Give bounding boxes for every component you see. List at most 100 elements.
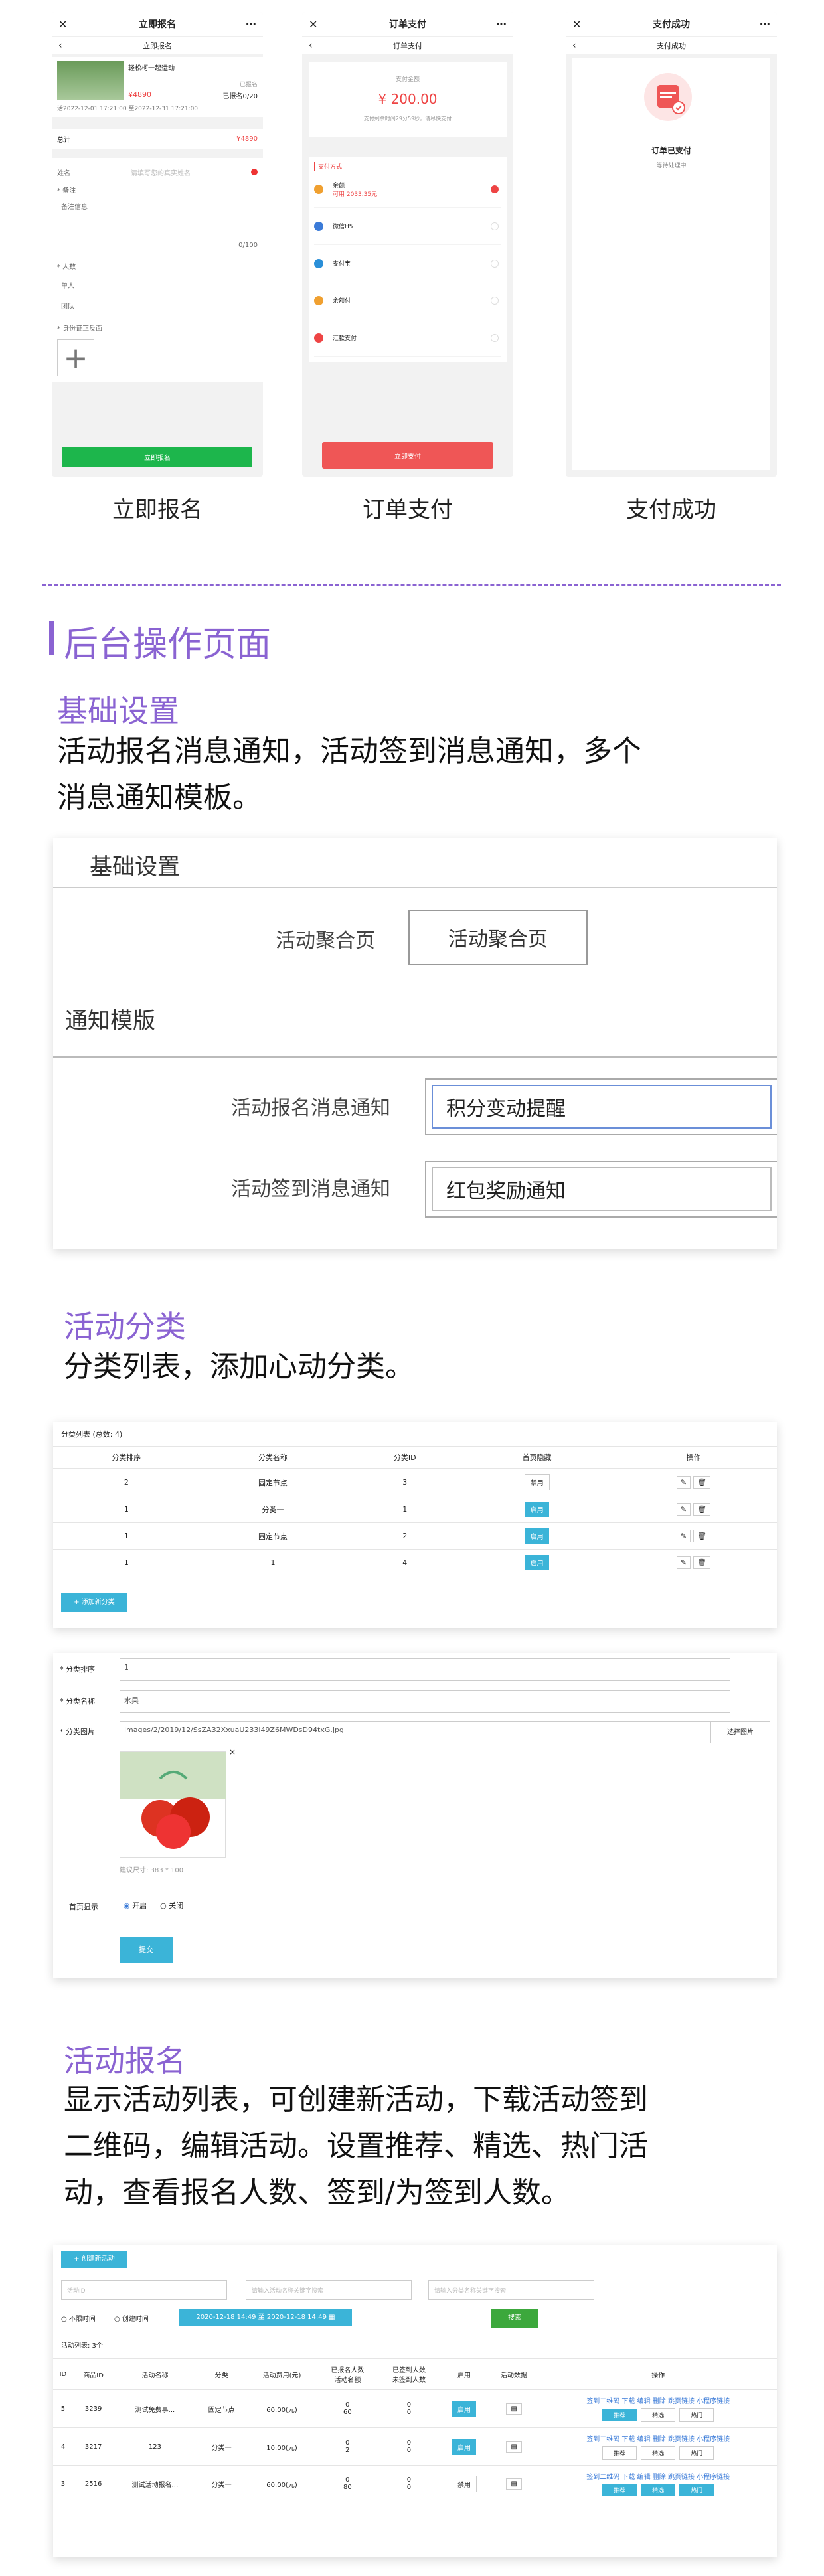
document-icon[interactable]: ▤ xyxy=(506,2478,522,2490)
cell-name: 测试免费事... xyxy=(114,2389,197,2428)
image-path-input[interactable]: images/2/2019/12/SsZA32XxuaU233i49Z6MWDs… xyxy=(120,1721,710,1743)
cell-id: 2 xyxy=(346,1522,464,1550)
pay-method-row[interactable]: 汇款支付 xyxy=(314,319,501,357)
name-input[interactable]: 水果 xyxy=(120,1690,730,1713)
edit-icon[interactable]: ✎ xyxy=(676,1530,691,1542)
radio-create-time[interactable]: ○ 创建时间 xyxy=(114,2313,149,2323)
sort-input[interactable]: 1 xyxy=(120,1658,730,1681)
state-button[interactable]: 禁用 xyxy=(452,2475,477,2492)
table-row: 1 分类一 1 启用 ✎ 🗑 xyxy=(53,1496,777,1523)
column-header: 分类ID xyxy=(346,1446,464,1469)
tag-button[interactable]: 精选 xyxy=(641,2484,676,2496)
title-bar: ✕ 立即报名 ⋯ xyxy=(52,12,263,36)
price: ¥4890 xyxy=(128,90,151,99)
close-icon[interactable]: ✕ xyxy=(572,18,581,31)
state-button[interactable]: 启用 xyxy=(525,1502,549,1517)
op-links[interactable]: 签到二维码 下载 编辑 删除 跳页链接 小程序链接 xyxy=(542,2433,774,2443)
basic-heading: 基础设置 xyxy=(57,693,179,729)
more-icon[interactable]: ⋯ xyxy=(496,18,507,31)
note-textarea[interactable]: 备注信息 0/100 xyxy=(57,199,258,252)
tag-button[interactable]: 热门 xyxy=(679,2408,714,2422)
nav-title: 立即报名 xyxy=(143,41,172,50)
cell-gid: 3239 xyxy=(72,2389,114,2428)
filter-category-input[interactable]: 请输入分类名称关键字搜索 xyxy=(428,2280,594,2300)
people-option-single[interactable]: 单人 xyxy=(57,280,258,290)
more-icon[interactable]: ⋯ xyxy=(246,18,256,31)
state-button[interactable]: 启用 xyxy=(452,2439,476,2455)
checkin-notice-select[interactable]: 红包奖励通知 xyxy=(425,1161,777,1218)
submit-button[interactable]: 提交 xyxy=(120,1937,173,1963)
cell-name: 固定节点 xyxy=(199,1522,347,1550)
delete-icon[interactable]: 🗑 xyxy=(693,1556,711,1569)
radio-unchecked-icon[interactable] xyxy=(491,333,499,342)
search-button[interactable]: 搜索 xyxy=(491,2309,538,2328)
title: 立即报名 xyxy=(139,19,176,30)
delete-icon[interactable]: 🗑 xyxy=(693,1503,711,1516)
pay-button[interactable]: 立即支付 xyxy=(322,442,493,469)
cell-cat: 分类一 xyxy=(196,2427,247,2466)
tag-buttons: 推荐 精选 热门 xyxy=(542,2446,774,2460)
edit-icon[interactable]: ✎ xyxy=(676,1503,691,1516)
radio-unchecked-icon[interactable] xyxy=(491,259,499,268)
tag-button[interactable]: 热门 xyxy=(679,2484,714,2496)
op-links[interactable]: 签到二维码 下载 编辑 删除 跳页链接 小程序链接 xyxy=(542,2471,774,2481)
back-icon[interactable]: ‹ xyxy=(309,40,313,51)
create-activity-button[interactable]: + 创建新活动 xyxy=(61,2251,127,2268)
tag-button[interactable]: 精选 xyxy=(641,2408,676,2422)
amount-card: 支付金额 ¥ 200.00 支付剩余时间29分59秒，请尽快支付 xyxy=(309,62,507,137)
radio-unchecked-icon[interactable] xyxy=(491,296,499,305)
pay-method-row[interactable]: 支付宝 xyxy=(314,245,501,282)
upload-plus-icon[interactable]: + xyxy=(57,339,94,376)
more-icon[interactable]: ⋯ xyxy=(760,18,770,31)
radio-unchecked-icon[interactable] xyxy=(491,222,499,230)
state-button[interactable]: 启用 xyxy=(452,2401,476,2417)
close-icon[interactable]: ✕ xyxy=(309,18,317,31)
delete-icon[interactable]: 🗑 xyxy=(693,1476,711,1489)
name-input[interactable]: 请填写您的真实姓名 xyxy=(131,167,191,177)
pay-method-row[interactable]: 余额付 xyxy=(314,282,501,319)
activity-card[interactable]: 轻松柯一起运动 已报名 ¥4890 已报名0/20 活2022-12-01 17… xyxy=(52,57,263,117)
filter-name-input[interactable]: 请输入活动名称关键字搜索 xyxy=(246,2280,412,2300)
date-range-picker[interactable]: 2020-12-18 14:49 至 2020-12-18 14:49 ▦ xyxy=(179,2309,352,2326)
signup-notice-select[interactable]: 积分变动提醒 xyxy=(425,1078,777,1135)
activity-panel: + 创建新活动 活动ID 请输入活动名称关键字搜索 请输入分类名称关键字搜索 ○… xyxy=(53,2245,777,2557)
document-icon[interactable]: ▤ xyxy=(506,2403,522,2415)
radio-on[interactable]: ◉ 开启 xyxy=(124,1900,147,1911)
cell-id: 1 xyxy=(346,1496,464,1523)
unchecked-count: 0 xyxy=(406,2484,412,2491)
tag-button[interactable]: 推荐 xyxy=(602,2446,637,2460)
radio-off[interactable]: ○ 关闭 xyxy=(160,1900,183,1911)
state-button[interactable]: 启用 xyxy=(525,1555,549,1570)
add-category-button[interactable]: + 添加新分类 xyxy=(61,1593,127,1612)
close-icon[interactable]: ✕ xyxy=(58,18,67,31)
pay-method-row[interactable]: 余额 可用 2033.35元 xyxy=(314,171,501,208)
radio-no-limit[interactable]: ○ 不限时间 xyxy=(61,2313,96,2323)
remove-image-icon[interactable]: × xyxy=(229,1747,236,1757)
edit-icon[interactable]: ✎ xyxy=(676,1556,691,1569)
document-icon[interactable]: ▤ xyxy=(506,2441,522,2453)
filter-id-input[interactable]: 活动ID xyxy=(61,2280,227,2300)
back-icon[interactable]: ‹ xyxy=(572,40,576,51)
date-range-text: 2020-12-18 14:49 至 2020-12-18 14:49 xyxy=(196,2314,327,2321)
pay-method-row[interactable]: 微信H5 xyxy=(314,208,501,245)
tag-button[interactable]: 推荐 xyxy=(602,2409,637,2421)
state-button[interactable]: 启用 xyxy=(525,1528,549,1544)
column-header: 分类 xyxy=(196,2358,247,2390)
back-icon[interactable]: ‹ xyxy=(58,40,62,51)
agg-page-button[interactable]: 活动聚合页 xyxy=(408,910,588,965)
people-option-team[interactable]: 团队 xyxy=(57,301,258,311)
radio-checked-icon[interactable] xyxy=(491,185,499,193)
op-links[interactable]: 签到二维码 下载 编辑 删除 跳页链接 小程序链接 xyxy=(542,2395,774,2405)
tag-button[interactable]: 精选 xyxy=(641,2446,676,2460)
tag-button[interactable]: 热门 xyxy=(679,2446,714,2460)
time-range: 活2022-12-01 17:21:00 至2022-12-31 17:21:0… xyxy=(57,106,199,112)
form: 姓名 请填写您的真实姓名 * 备注 备注信息 0/100 * 人数 单人 团队 * … xyxy=(52,158,263,382)
edit-icon[interactable]: ✎ xyxy=(676,1476,691,1489)
cell-ops: ✎ 🗑 xyxy=(610,1468,777,1496)
tag-button[interactable]: 推荐 xyxy=(602,2484,637,2496)
submit-button[interactable]: 立即报名 xyxy=(62,447,252,467)
choose-image-button[interactable]: 选择图片 xyxy=(710,1721,770,1743)
cell-ops: 签到二维码 下载 编辑 删除 跳页链接 小程序链接推荐 精选 热门 xyxy=(539,2465,777,2502)
state-button[interactable]: 禁用 xyxy=(524,1474,550,1490)
delete-icon[interactable]: 🗑 xyxy=(693,1530,711,1542)
